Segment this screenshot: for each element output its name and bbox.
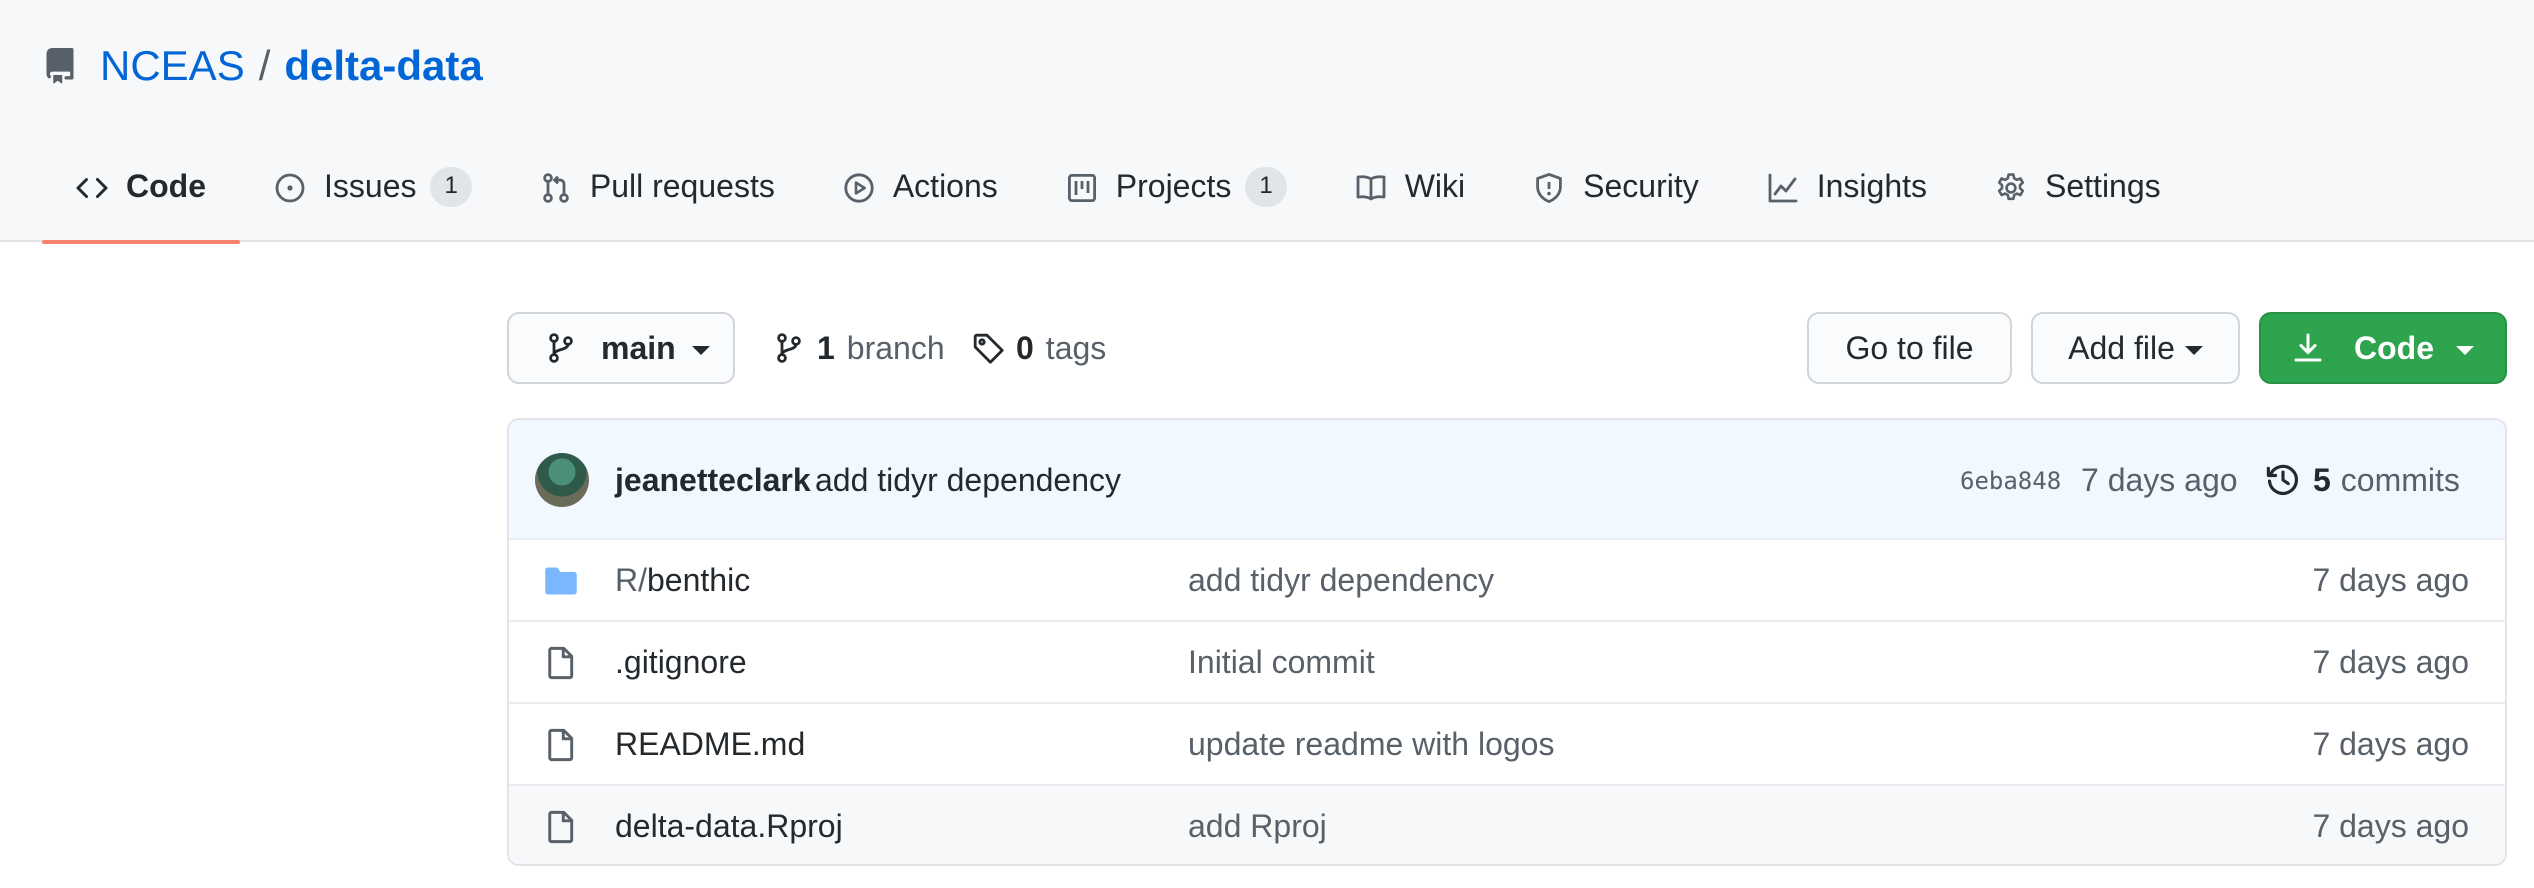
branches-link[interactable]: 1 branch bbox=[773, 312, 945, 384]
file-icon bbox=[548, 810, 574, 844]
tab-label: Projects bbox=[1115, 168, 1232, 204]
tab-code[interactable]: Code bbox=[42, 136, 240, 244]
repo-header: NCEAS / delta-data Code Issues 1 Pull re… bbox=[0, 0, 2534, 244]
folder-icon bbox=[545, 567, 577, 595]
code-download-button[interactable]: Code bbox=[2259, 312, 2507, 384]
add-file-button[interactable]: Add file bbox=[2031, 312, 2240, 384]
branch-icon bbox=[777, 333, 801, 363]
play-icon bbox=[844, 173, 874, 203]
issues-counter: 1 bbox=[430, 167, 472, 207]
tab-label: Security bbox=[1583, 168, 1699, 204]
file-name-link[interactable]: R/benthic bbox=[615, 540, 750, 622]
tab-insights[interactable]: Insights bbox=[1733, 136, 1961, 242]
latest-commit-bar: jeanetteclark add tidyr dependency 6eba8… bbox=[509, 420, 2505, 540]
repo-path-separator: / bbox=[258, 42, 271, 89]
branch-select-button[interactable]: main bbox=[507, 312, 735, 384]
commit-count-label: commits bbox=[2340, 461, 2460, 498]
tab-settings[interactable]: Settings bbox=[1961, 136, 2195, 242]
commit-count: 5 bbox=[2313, 461, 2331, 498]
tag-label: tags bbox=[1045, 329, 1107, 366]
file-navigation-toolbar: main 1 branch 0 tags Go to file Add file… bbox=[507, 312, 2507, 384]
branch-icon bbox=[549, 333, 573, 363]
file-icon bbox=[548, 646, 574, 680]
projects-counter: 1 bbox=[1245, 167, 1287, 207]
folder-name: benthic bbox=[647, 562, 751, 598]
history-icon bbox=[2266, 464, 2298, 495]
file-commit-message[interactable]: update readme with logos bbox=[1188, 704, 1554, 786]
chevron-down-icon bbox=[691, 345, 710, 355]
code-button-label: Code bbox=[2354, 329, 2434, 366]
add-file-label: Add file bbox=[2068, 329, 2175, 366]
tab-pull-requests[interactable]: Pull requests bbox=[506, 136, 809, 242]
tag-icon bbox=[973, 333, 1004, 364]
tab-label: Actions bbox=[892, 168, 998, 204]
pull-request-icon bbox=[543, 173, 569, 203]
tab-label: Insights bbox=[1816, 168, 1928, 204]
file-age: 7 days ago bbox=[2312, 808, 2469, 844]
code-icon bbox=[76, 177, 108, 199]
tab-label: Wiki bbox=[1404, 168, 1466, 204]
commit-author-link[interactable]: jeanetteclark bbox=[615, 420, 811, 540]
gear-icon bbox=[1997, 173, 2025, 201]
tab-label: Settings bbox=[2045, 168, 2161, 204]
tab-issues[interactable]: Issues 1 bbox=[240, 136, 506, 242]
chevron-down-icon bbox=[2184, 345, 2203, 355]
file-icon bbox=[548, 728, 574, 762]
folder-prefix: R/ bbox=[615, 562, 647, 598]
file-age: 7 days ago bbox=[2312, 644, 2469, 680]
file-name-link[interactable]: .gitignore bbox=[615, 622, 747, 704]
file-age: 7 days ago bbox=[2312, 562, 2469, 598]
go-to-file-button[interactable]: Go to file bbox=[1807, 312, 2012, 384]
graph-icon bbox=[1768, 173, 1798, 203]
tags-link[interactable]: 0 tags bbox=[972, 312, 1106, 384]
repo-nav-tabs: Code Issues 1 Pull requests Actions Proj… bbox=[42, 136, 2195, 244]
tab-actions[interactable]: Actions bbox=[809, 136, 1032, 242]
branch-label: branch bbox=[846, 329, 945, 366]
tab-label: Pull requests bbox=[589, 168, 775, 204]
shield-icon bbox=[1536, 173, 1562, 203]
repo-title: NCEAS / delta-data bbox=[42, 36, 483, 96]
chevron-down-icon bbox=[2456, 345, 2474, 355]
tab-label: Code bbox=[126, 168, 206, 204]
tab-wiki[interactable]: Wiki bbox=[1321, 136, 1499, 242]
file-row[interactable]: README.md update readme with logos 7 day… bbox=[509, 702, 2505, 784]
project-icon bbox=[1067, 174, 1096, 203]
repo-icon bbox=[46, 48, 74, 84]
branch-count: 1 bbox=[817, 329, 835, 366]
file-commit-message[interactable]: Initial commit bbox=[1188, 622, 1375, 704]
commit-sha-link[interactable]: 6eba848 bbox=[1960, 420, 2061, 540]
file-name-link[interactable]: delta-data.Rproj bbox=[615, 786, 843, 864]
commits-history-link[interactable]: 5 commits bbox=[2265, 420, 2460, 540]
go-to-file-label: Go to file bbox=[1845, 329, 1974, 366]
tab-label: Issues bbox=[324, 168, 417, 204]
download-icon bbox=[2294, 333, 2322, 362]
avatar[interactable] bbox=[535, 453, 589, 507]
file-commit-message[interactable]: add Rproj bbox=[1188, 786, 1327, 864]
issue-icon bbox=[275, 173, 305, 203]
branch-name: main bbox=[601, 329, 676, 366]
file-row[interactable]: R/benthic add tidyr dependency 7 days ag… bbox=[509, 538, 2505, 620]
repo-owner-link[interactable]: NCEAS bbox=[100, 42, 245, 90]
commit-message-link[interactable]: add tidyr dependency bbox=[815, 420, 1121, 540]
file-list: jeanetteclark add tidyr dependency 6eba8… bbox=[507, 418, 2507, 866]
commit-age: 7 days ago bbox=[2081, 462, 2238, 498]
tag-count: 0 bbox=[1016, 329, 1034, 366]
tab-projects[interactable]: Projects 1 bbox=[1032, 136, 1321, 242]
file-commit-message[interactable]: add tidyr dependency bbox=[1188, 540, 1494, 622]
file-age: 7 days ago bbox=[2312, 726, 2469, 762]
file-row[interactable]: delta-data.Rproj add Rproj 7 days ago bbox=[509, 784, 2505, 864]
repo-name-link[interactable]: delta-data bbox=[284, 42, 482, 90]
tab-security[interactable]: Security bbox=[1499, 136, 1733, 242]
book-icon bbox=[1356, 175, 1386, 201]
file-row[interactable]: .gitignore Initial commit 7 days ago bbox=[509, 620, 2505, 702]
file-name-link[interactable]: README.md bbox=[615, 704, 805, 786]
